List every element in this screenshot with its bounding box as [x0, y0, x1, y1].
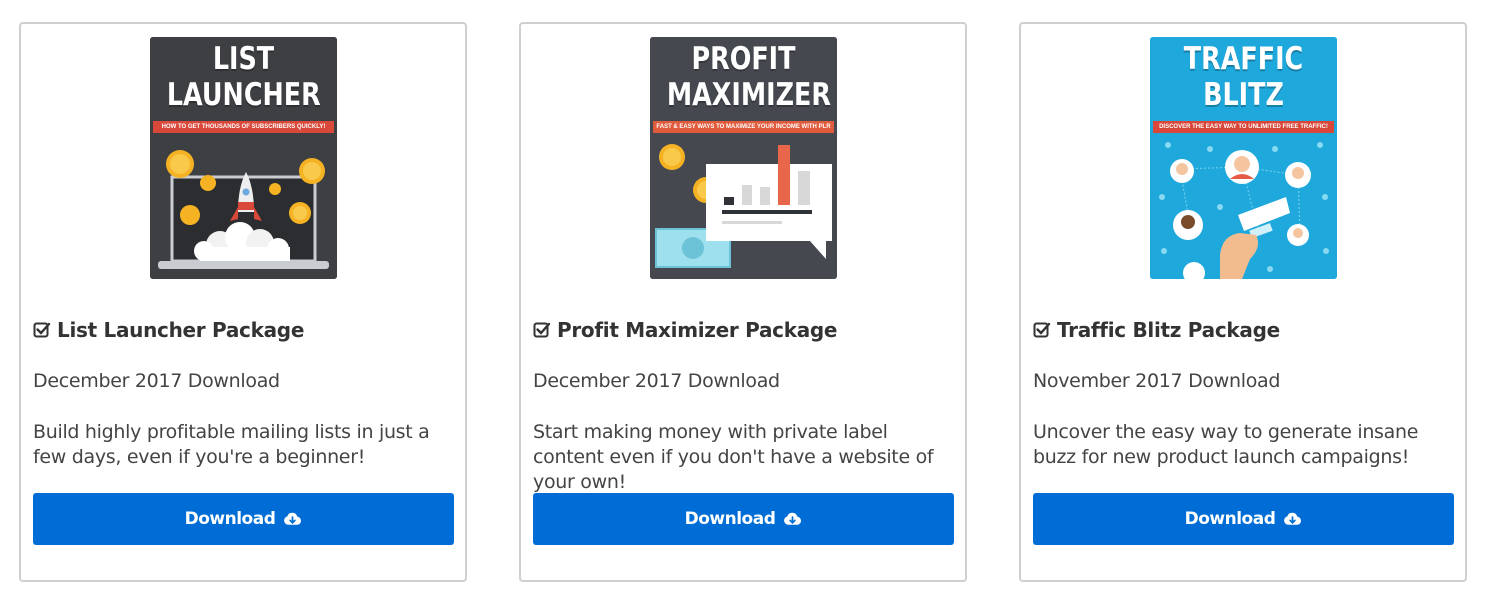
cloud-download-icon: [1284, 512, 1302, 525]
package-title: Traffic Blitz Package: [1033, 318, 1280, 342]
download-button-label: Download: [184, 509, 276, 529]
package-date: December 2017 Download: [33, 370, 280, 392]
product-card: TRAFFIC BLITZ DISCOVER THE EASY WAY TO U…: [1019, 22, 1467, 582]
product-card: LIST LAUNCHER HOW TO GET THOUSANDS OF SU…: [19, 22, 467, 582]
package-description: Start making money with private label co…: [533, 421, 934, 493]
cover-subtitle: HOW TO GET THOUSANDS OF SUBSCRIBERS QUIC…: [161, 124, 326, 130]
download-button[interactable]: Download: [33, 493, 454, 545]
download-button-label: Download: [1184, 509, 1276, 529]
book-cover-image: LIST LAUNCHER HOW TO GET THOUSANDS OF SU…: [150, 37, 337, 279]
package-date: December 2017 Download: [533, 370, 780, 392]
package-description: Build highly profitable mailing lists in…: [33, 421, 430, 468]
book-cover-image: PROFIT MAXIMIZER FAST & EASY WAYS TO MAX…: [650, 37, 837, 279]
cover-subtitle: DISCOVER THE EASY WAY TO UNLIMITED FREE …: [1159, 124, 1328, 130]
package-description: Uncover the easy way to generate insane …: [1033, 421, 1419, 468]
cloud-download-icon: [284, 512, 302, 525]
download-button[interactable]: Download: [1033, 493, 1454, 545]
cover-title: PROFIT MAXIMIZER: [666, 41, 831, 113]
download-button[interactable]: Download: [533, 493, 954, 545]
book-cover-image: TRAFFIC BLITZ DISCOVER THE EASY WAY TO U…: [1150, 37, 1337, 279]
package-title: List Launcher Package: [33, 318, 304, 342]
product-card: PROFIT MAXIMIZER FAST & EASY WAYS TO MAX…: [519, 22, 967, 582]
check-square-icon: [533, 322, 551, 338]
cover-title: LIST LAUNCHER: [166, 41, 321, 113]
package-date: November 2017 Download: [1033, 370, 1281, 392]
cloud-download-icon: [784, 512, 802, 525]
check-square-icon: [33, 322, 51, 338]
cover-subtitle: FAST & EASY WAYS TO MAXIMIZE YOUR INCOME…: [656, 124, 831, 130]
package-title: Profit Maximizer Package: [533, 318, 837, 342]
download-button-label: Download: [684, 509, 776, 529]
check-square-icon: [1033, 322, 1051, 338]
cover-title: TRAFFIC BLITZ: [1183, 41, 1304, 113]
